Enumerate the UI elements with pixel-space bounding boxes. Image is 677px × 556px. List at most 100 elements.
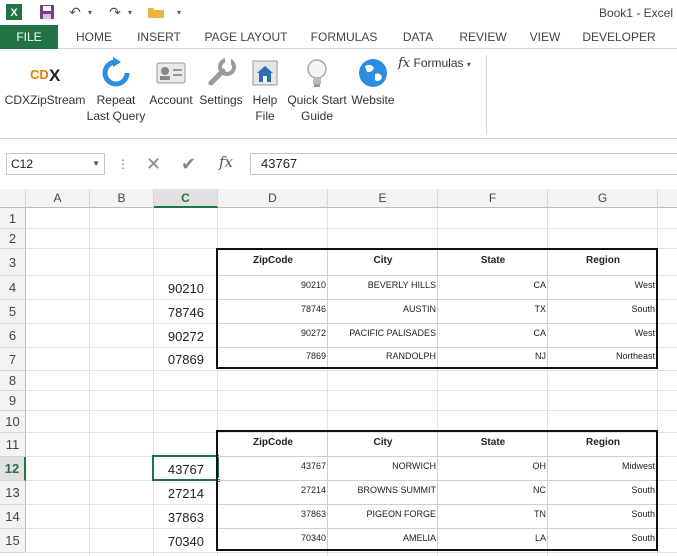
- selected-cell-c12[interactable]: [152, 455, 221, 483]
- settings-button[interactable]: Settings: [196, 57, 246, 108]
- website-button[interactable]: Website: [350, 57, 396, 108]
- table-cell-state[interactable]: TN: [438, 509, 548, 519]
- row-header-4[interactable]: 4: [0, 276, 26, 300]
- formulas-menu-button[interactable]: fx Formulas ▾: [398, 55, 480, 73]
- cell-c13[interactable]: 27214: [154, 483, 218, 505]
- row-header-1[interactable]: 1: [0, 208, 26, 229]
- tab-view[interactable]: VIEW: [524, 25, 566, 49]
- column-header-d[interactable]: D: [218, 189, 328, 208]
- table-cell-region[interactable]: West: [548, 280, 657, 290]
- name-box-dropdown-icon[interactable]: ▼: [92, 154, 100, 174]
- table-cell-region[interactable]: South: [548, 485, 657, 495]
- table-cell-city[interactable]: PACIFIC PALISADES: [328, 328, 438, 338]
- column-header-e[interactable]: E: [328, 189, 438, 208]
- table-cell-state[interactable]: CA: [438, 280, 548, 290]
- row-header-10[interactable]: 10: [0, 411, 26, 433]
- table-cell-city[interactable]: AMELIA: [328, 533, 438, 543]
- column-header-g[interactable]: G: [548, 189, 658, 208]
- tab-file[interactable]: FILE: [0, 25, 58, 49]
- table-cell-state[interactable]: NC: [438, 485, 548, 495]
- select-all-corner[interactable]: [0, 189, 26, 208]
- account-button[interactable]: Account: [146, 57, 196, 108]
- insert-function-icon[interactable]: fx: [219, 153, 233, 171]
- undo-dropdown-icon[interactable]: ▾: [86, 3, 94, 21]
- tab-data[interactable]: DATA: [395, 25, 441, 49]
- cell-c14[interactable]: 37863: [154, 507, 218, 529]
- column-header-f[interactable]: F: [438, 189, 548, 208]
- table-cell-city[interactable]: RANDOLPH: [328, 351, 438, 361]
- cell-c5[interactable]: 78746: [154, 302, 218, 324]
- row-header-6[interactable]: 6: [0, 324, 26, 348]
- table-cell-state[interactable]: LA: [438, 533, 548, 543]
- open-folder-icon[interactable]: [146, 3, 166, 21]
- table-header-region[interactable]: Region: [548, 255, 658, 266]
- table-cell-region[interactable]: Northeast: [548, 351, 657, 361]
- row-header-3[interactable]: 3: [0, 249, 26, 276]
- table-cell-zipcode[interactable]: 7869: [218, 351, 328, 361]
- table-cell-region[interactable]: South: [548, 533, 657, 543]
- column-header-a[interactable]: A: [26, 189, 90, 208]
- table-cell-city[interactable]: BROWNS SUMMIT: [328, 485, 438, 495]
- tab-developer[interactable]: DEVELOPER: [580, 25, 658, 49]
- row-header-5[interactable]: 5: [0, 300, 26, 324]
- table-header-zipcode[interactable]: ZipCode: [218, 255, 328, 266]
- table-cell-state[interactable]: NJ: [438, 351, 548, 361]
- redo-icon[interactable]: ↷: [106, 3, 124, 21]
- tab-insert[interactable]: INSERT: [131, 25, 187, 49]
- cancel-icon[interactable]: ✕: [146, 153, 161, 175]
- table-cell-state[interactable]: CA: [438, 328, 548, 338]
- help-file-button[interactable]: Help File: [246, 57, 284, 124]
- row-header-2[interactable]: 2: [0, 229, 26, 249]
- table-cell-state[interactable]: OH: [438, 461, 548, 471]
- table-cell-region[interactable]: West: [548, 328, 657, 338]
- row-header-8[interactable]: 8: [0, 371, 26, 391]
- formula-input[interactable]: 43767: [250, 153, 677, 175]
- table-cell-region[interactable]: Midwest: [548, 461, 657, 471]
- table-cell-region[interactable]: South: [548, 304, 657, 314]
- more-options-icon[interactable]: ⋮: [117, 153, 129, 175]
- worksheet-grid[interactable]: A B C D E F G 1 2 3 4 5 6 7 8 9 10 11 12…: [0, 189, 677, 556]
- table-cell-zipcode[interactable]: 70340: [218, 533, 328, 543]
- row-header-7[interactable]: 7: [0, 348, 26, 371]
- column-header-b[interactable]: B: [90, 189, 154, 208]
- name-box[interactable]: C12 ▼: [6, 153, 105, 175]
- row-header-14[interactable]: 14: [0, 505, 26, 529]
- table-header-state[interactable]: State: [438, 437, 548, 448]
- table-cell-city[interactable]: PIGEON FORGE: [328, 509, 438, 519]
- table-cell-city[interactable]: AUSTIN: [328, 304, 438, 314]
- tab-review[interactable]: REVIEW: [454, 25, 512, 49]
- row-header-15[interactable]: 15: [0, 529, 26, 553]
- excel-logo-icon[interactable]: X: [5, 3, 23, 21]
- column-header-c[interactable]: C: [154, 189, 218, 208]
- table-cell-state[interactable]: TX: [438, 304, 548, 314]
- redo-dropdown-icon[interactable]: ▾: [126, 3, 134, 21]
- table-header-region[interactable]: Region: [548, 437, 658, 448]
- cell-c7[interactable]: 07869: [154, 349, 218, 371]
- undo-icon[interactable]: ↶: [66, 3, 84, 21]
- repeat-last-query-button[interactable]: Repeat Last Query: [86, 57, 146, 124]
- table-header-state[interactable]: State: [438, 255, 548, 266]
- tab-home[interactable]: HOME: [68, 25, 120, 49]
- table-cell-city[interactable]: NORWICH: [328, 461, 438, 471]
- table-cell-zipcode[interactable]: 90210: [218, 280, 328, 290]
- enter-check-icon[interactable]: ✔: [181, 153, 196, 175]
- cell-c4[interactable]: 90210: [154, 278, 218, 300]
- cdxzipstream-button[interactable]: CD X CDXZipStream: [4, 57, 86, 108]
- table-cell-city[interactable]: BEVERLY HILLS: [328, 280, 438, 290]
- cell-c15[interactable]: 70340: [154, 531, 218, 553]
- tab-formulas[interactable]: FORMULAS: [305, 25, 383, 49]
- tab-page-layout[interactable]: PAGE LAYOUT: [200, 25, 292, 49]
- save-icon[interactable]: [38, 3, 56, 21]
- quick-start-guide-button[interactable]: Quick Start Guide: [284, 57, 350, 124]
- row-header-13[interactable]: 13: [0, 481, 26, 505]
- table-header-city[interactable]: City: [328, 437, 438, 448]
- cell-c6[interactable]: 90272: [154, 326, 218, 348]
- table-cell-zipcode[interactable]: 27214: [218, 485, 328, 495]
- table-header-city[interactable]: City: [328, 255, 438, 266]
- row-header-12[interactable]: 12: [0, 457, 26, 481]
- table-cell-zipcode[interactable]: 37863: [218, 509, 328, 519]
- table-cell-region[interactable]: South: [548, 509, 657, 519]
- table-cell-zipcode[interactable]: 78746: [218, 304, 328, 314]
- table-cell-zipcode[interactable]: 43767: [218, 461, 328, 471]
- column-header-h[interactable]: [658, 189, 677, 208]
